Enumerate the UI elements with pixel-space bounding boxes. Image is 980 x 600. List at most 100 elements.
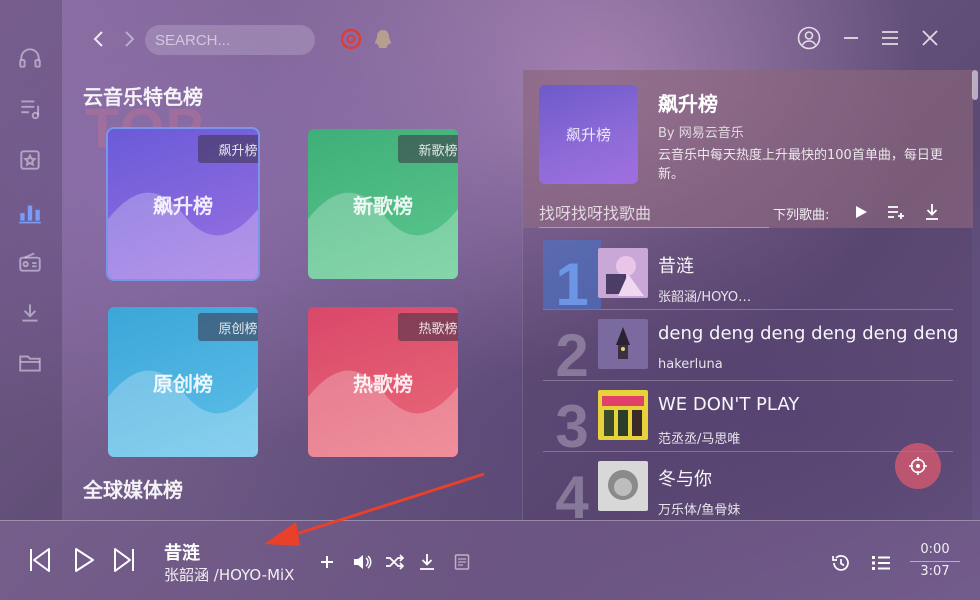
chevron-right-icon [125, 31, 135, 47]
play-icon [75, 548, 94, 572]
song-title: WE DON'T PLAY [658, 394, 800, 415]
chart-cover: 飙升榜 [539, 85, 638, 184]
play-icon [856, 206, 867, 218]
user-account-button[interactable] [796, 24, 822, 52]
headphones-icon[interactable] [16, 44, 44, 72]
card-title: 新歌榜 [353, 193, 413, 218]
folder-icon[interactable] [16, 349, 44, 377]
add-to-playlist-button[interactable] [318, 553, 336, 571]
back-button[interactable] [88, 26, 110, 52]
add-list-icon [888, 206, 904, 219]
star-collection-icon[interactable] [16, 146, 44, 174]
previous-button[interactable] [26, 545, 54, 575]
search-input[interactable] [145, 25, 315, 55]
download-song-button[interactable] [417, 552, 437, 572]
song-search-input[interactable] [539, 200, 769, 228]
card-title: 原创榜 [153, 371, 213, 396]
history-icon [832, 555, 849, 571]
download-icon [926, 204, 938, 220]
lyrics-button[interactable] [452, 552, 472, 572]
song-artist: 范丞丞/马思唯 [658, 432, 741, 447]
hamburger-icon [882, 31, 898, 45]
minimize-icon [844, 37, 858, 39]
download-icon [420, 554, 434, 570]
song-artist: 万乐体/鱼骨妹 [658, 503, 741, 518]
card-tag: 新歌榜 [398, 135, 458, 163]
chevron-left-icon [93, 31, 103, 47]
qq-music-icon[interactable] [372, 28, 394, 50]
download-icon[interactable] [16, 299, 44, 327]
chart-author: By 网易云音乐 [658, 126, 744, 141]
card-tag: 热歌榜 [398, 313, 458, 341]
locate-current-song-button[interactable] [895, 443, 941, 489]
chart-description: 云音乐中每天热度上升最快的100首单曲，每日更新。 [658, 148, 943, 182]
chart-title: 飙升榜 [658, 92, 718, 116]
user-icon [797, 26, 821, 50]
card-title: 热歌榜 [353, 371, 413, 396]
card-tag: 飙升榜 [198, 135, 258, 163]
album-cover [598, 248, 648, 298]
wave-decoration [308, 370, 458, 457]
history-button[interactable] [830, 552, 852, 574]
chart-card-original[interactable]: 原创榜 原创榜 [108, 307, 258, 457]
scrollbar[interactable] [972, 70, 978, 100]
now-playing-artist: 张韶涵 /HOYO-MiX [164, 566, 295, 584]
card-title: 飙升榜 [153, 193, 213, 218]
crosshair-icon [909, 457, 927, 475]
chart-card-soaring[interactable]: 飙升榜 飙升榜 [106, 127, 260, 281]
song-row[interactable]: 2 deng deng deng deng deng deng hakerlun… [543, 311, 959, 389]
playlist-icon[interactable] [16, 95, 44, 123]
list-icon [872, 556, 890, 570]
song-rank: 2 [555, 322, 589, 389]
song-row[interactable]: 4 冬与你 万乐体/鱼骨妹 [543, 453, 953, 531]
song-title: 冬与你 [658, 469, 712, 490]
album-cover [598, 390, 648, 440]
skip-next-icon [114, 548, 134, 572]
wave-decoration [308, 192, 458, 279]
add-to-queue-button[interactable] [885, 201, 907, 223]
plus-icon [321, 556, 333, 568]
chart-card-hot-songs[interactable]: 热歌榜 热歌榜 [308, 307, 458, 457]
netease-music-icon[interactable] [340, 28, 362, 50]
lyrics-icon [454, 554, 470, 570]
song-rank: 4 [555, 464, 589, 531]
now-playing-title: 昔涟 [164, 543, 200, 564]
chart-card-new-songs[interactable]: 新歌榜 新歌榜 [308, 129, 458, 279]
forward-button[interactable] [118, 26, 140, 52]
album-cover [598, 319, 648, 369]
wave-decoration [108, 192, 258, 279]
play-button[interactable] [70, 545, 98, 575]
next-songs-label: 下列歌曲: [773, 208, 830, 223]
close-button[interactable] [917, 24, 943, 52]
play-all-button[interactable] [850, 201, 872, 223]
download-all-button[interactable] [921, 201, 943, 223]
wave-decoration [108, 370, 258, 457]
volume-icon [354, 555, 372, 569]
minimize-button[interactable] [838, 24, 864, 52]
next-button[interactable] [110, 545, 138, 575]
player-bar: 昔涟 张韶涵 /HOYO-MiX 0:00 3:07 [0, 520, 980, 600]
album-cover [598, 461, 648, 511]
elapsed-time: 0:00 [920, 542, 950, 557]
song-row[interactable]: 1 昔涟 张韶涵/HOYO… [543, 240, 953, 318]
featured-charts-title: 云音乐特色榜 [83, 85, 203, 109]
song-artist: hakerluna [658, 357, 723, 372]
time-divider [910, 561, 960, 562]
playlist-queue-button[interactable] [870, 552, 892, 574]
close-icon [922, 30, 938, 46]
skip-previous-icon [30, 548, 50, 572]
sidebar [0, 0, 62, 520]
song-rank: 3 [555, 393, 589, 460]
radio-icon[interactable] [16, 248, 44, 276]
song-rank: 1 [543, 240, 601, 318]
shuffle-icon [386, 554, 405, 570]
volume-button[interactable] [351, 553, 373, 571]
song-title: deng deng deng deng deng deng [658, 323, 959, 344]
shuffle-button[interactable] [384, 553, 406, 571]
song-row[interactable]: 3 WE DON'T PLAY 范丞丞/马思唯 [543, 382, 953, 460]
card-tag: 原创榜 [198, 313, 258, 341]
menu-button[interactable] [877, 24, 903, 52]
global-charts-title: 全球媒体榜 [83, 478, 183, 502]
charts-icon[interactable] [16, 198, 44, 226]
song-artist: 张韶涵/HOYO… [658, 290, 752, 305]
